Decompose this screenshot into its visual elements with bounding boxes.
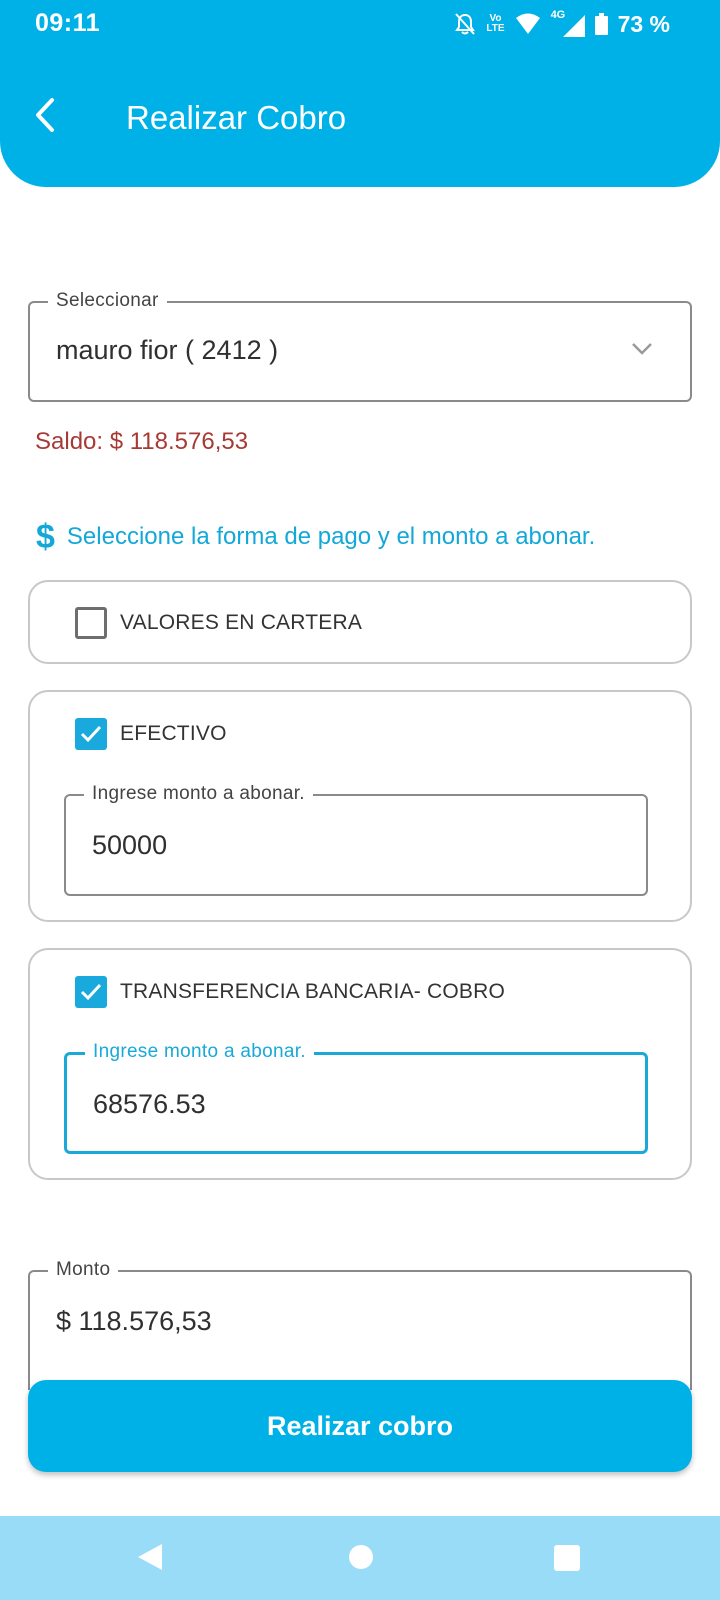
transferencia-amount-field[interactable]: Ingrese monto a abonar. 68576.53 [64,1040,648,1154]
back-button[interactable] [28,94,68,138]
instruction: $ Seleccione la forma de pago y el monto… [36,520,595,554]
page-title: Realizar Cobro [126,99,347,136]
checkbox-valores-en-cartera[interactable]: VALORES EN CARTERA [75,607,362,639]
check-icon [80,725,102,743]
saldo-text: Saldo: $ 118.576,53 [35,428,249,455]
app-header: 09:11 Vo LTE 4G 73 % Realizar Cobro [0,0,720,187]
payment-card-valores: VALORES EN CARTERA [28,580,692,664]
nav-home-button[interactable] [348,1544,374,1575]
checkbox-box[interactable] [75,976,107,1008]
home-circle-icon [349,1545,373,1569]
checkbox-label: TRANSFERENCIA BANCARIA- COBRO [120,980,506,1003]
monto-label: Monto [48,1258,119,1282]
system-nav-bar [0,1516,720,1600]
nav-back-button[interactable] [136,1542,164,1577]
monto-field: Monto $ 118.576,53 [28,1258,692,1390]
dollar-icon: $ [36,518,55,556]
back-triangle-icon [138,1544,162,1570]
amount-field-value[interactable]: 68576.53 [93,1089,206,1120]
client-select-value: mauro fior ( 2412 ) [56,335,279,365]
bell-off-icon [455,13,476,35]
checkbox-efectivo[interactable]: EFECTIVO [75,718,227,750]
payment-card-transferencia: TRANSFERENCIA BANCARIA- COBRO Ingrese mo… [28,948,692,1180]
client-select-label: Seleccionar [48,289,167,313]
amount-field-value[interactable]: 50000 [92,830,167,861]
amount-field-label: Ingrese monto a abonar. [84,782,313,806]
instruction-text: Seleccione la forma de pago y el monto a… [66,523,596,550]
amount-field-label: Ingrese monto a abonar. [85,1040,314,1064]
recents-square-icon [554,1545,580,1571]
checkbox-label: EFECTIVO [120,722,227,745]
checkbox-transferencia-bancaria[interactable]: TRANSFERENCIA BANCARIA- COBRO [75,976,505,1008]
checkbox-box[interactable] [75,718,107,750]
chevron-down-icon [632,343,652,355]
volte-icon: Vo LTE [486,13,505,34]
status-bar: 09:11 Vo LTE 4G 73 % [0,0,720,48]
status-icons: Vo LTE 4G 73 % [454,9,670,39]
signal-icon: 4G [551,9,585,37]
status-time: 09:11 [35,9,101,37]
checkbox-label: VALORES EN CARTERA [120,611,363,634]
monto-value: $ 118.576,53 [56,1306,212,1336]
efectivo-amount-field[interactable]: Ingrese monto a abonar. 50000 [64,782,648,896]
client-select[interactable]: Seleccionar mauro fior ( 2412 ) [28,289,692,402]
check-icon [80,983,102,1001]
wifi-icon [515,13,540,34]
payment-card-efectivo: EFECTIVO Ingrese monto a abonar. 50000 [28,690,692,922]
chevron-left-icon [36,98,54,132]
battery-icon [594,13,608,35]
nav-recents-button[interactable] [554,1545,580,1576]
battery-percent: 73 % [617,10,670,37]
checkbox-box[interactable] [75,607,107,639]
realizar-cobro-button[interactable]: Realizar cobro [28,1380,692,1472]
